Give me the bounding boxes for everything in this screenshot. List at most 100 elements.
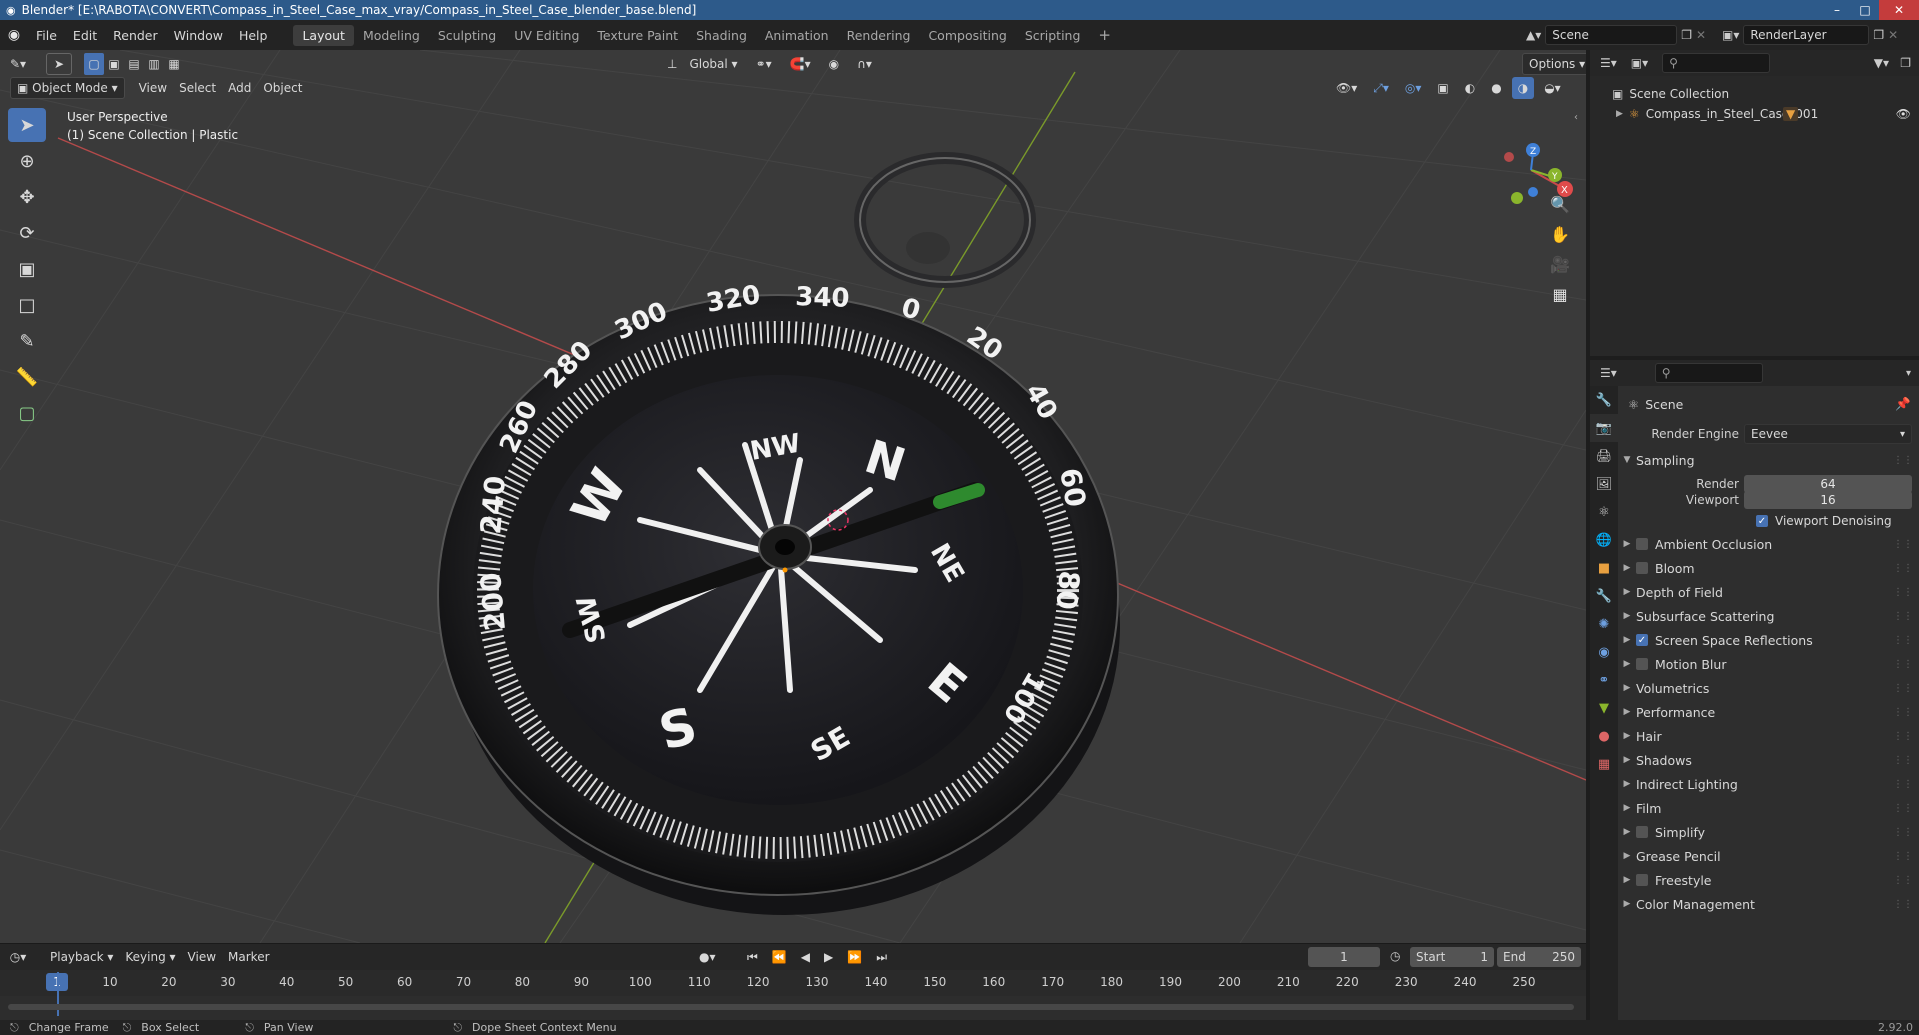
scene-tab-icon[interactable]: ⚛ [1590, 498, 1618, 526]
panel-header-indirect-lighting[interactable]: ▶ Indirect Lighting ⋮⋮ [1618, 772, 1919, 796]
new-scene-icon[interactable]: ❐ [1681, 28, 1692, 42]
texture-tab-icon[interactable]: ▦ [1590, 750, 1618, 778]
tab-modeling[interactable]: Modeling [354, 25, 429, 46]
new-render-layer-icon[interactable]: ❐ [1873, 28, 1884, 42]
prev-keyframe-button[interactable]: ⏪ [766, 946, 793, 968]
record-button[interactable]: ●▾ [693, 946, 722, 968]
xray-toggle-icon[interactable]: ▣ [1431, 77, 1454, 99]
current-frame-field[interactable]: 1 [1308, 947, 1380, 967]
outliner-row-scene-collection[interactable]: ▣ Scene Collection [1590, 84, 1919, 104]
compass-model[interactable] [437, 152, 1120, 915]
tab-shading[interactable]: Shading [687, 25, 756, 46]
shading-solid-icon[interactable]: ● [1485, 77, 1507, 99]
menu-file[interactable]: File [28, 28, 65, 43]
play-reverse-button[interactable]: ◀ [795, 946, 816, 968]
panel-header-volumetrics[interactable]: ▶ Volumetrics ⋮⋮ [1618, 676, 1919, 700]
view-layer-tab-icon[interactable]: 🖼 [1590, 470, 1618, 498]
menu-window[interactable]: Window [166, 28, 231, 43]
drag-handle-icon[interactable]: ⋮⋮ [1893, 539, 1913, 550]
drag-handle-icon[interactable]: ⋮⋮ [1893, 779, 1913, 790]
mode-dropdown[interactable]: ▣ Object Mode ▾ [10, 77, 125, 99]
drag-handle-icon[interactable]: ⋮⋮ [1893, 803, 1913, 814]
add-workspace-button[interactable]: + [1089, 23, 1120, 47]
jump-end-button[interactable]: ⏭ [870, 946, 893, 968]
tab-uv-editing[interactable]: UV Editing [505, 25, 588, 46]
drag-handle-icon[interactable]: ⋮⋮ [1893, 587, 1913, 598]
transform-orientation-dropdown[interactable]: Global ▾ [683, 53, 743, 75]
viewport-menu-select[interactable]: Select [173, 77, 222, 99]
drag-handle-icon[interactable]: ⋮⋮ [1893, 635, 1913, 646]
panel-header-grease-pencil[interactable]: ▶ Grease Pencil ⋮⋮ [1618, 844, 1919, 868]
properties-editor-type-icon[interactable]: ☰▾ [1600, 366, 1617, 380]
options-dropdown[interactable]: Options ▾ [1522, 53, 1586, 75]
minimize-button[interactable]: – [1823, 0, 1851, 20]
visibility-icon[interactable]: 👁▾ [1330, 77, 1363, 99]
panel-header-film[interactable]: ▶ Film ⋮⋮ [1618, 796, 1919, 820]
physics-tab-icon[interactable]: ◉ [1590, 638, 1618, 666]
scene-icon[interactable]: ▲▾ [1526, 28, 1541, 42]
snap-icon[interactable]: 🧲▾ [784, 53, 817, 75]
select-mode-invert-icon[interactable]: ▥ [144, 53, 164, 75]
drag-handle-icon[interactable]: ⋮⋮ [1893, 659, 1913, 670]
viewport-denoising-checkbox[interactable]: ✓ [1756, 515, 1768, 527]
panel-header-subsurface-scattering[interactable]: ▶ Subsurface Scattering ⋮⋮ [1618, 604, 1919, 628]
select-mode-intersect-icon[interactable]: ▦ [164, 53, 184, 75]
drag-handle-icon[interactable]: ⋮⋮ [1893, 731, 1913, 742]
expand-arrow-icon[interactable]: ▶ [1616, 109, 1623, 119]
panel-header-shadows[interactable]: ▶ Shadows ⋮⋮ [1618, 748, 1919, 772]
play-button[interactable]: ▶ [818, 946, 839, 968]
timeline-menu-marker[interactable]: Marker [222, 946, 275, 968]
render-layer-selector[interactable]: RenderLayer [1743, 25, 1870, 45]
outliner-editor-type-icon[interactable]: ☰▾ [1600, 56, 1617, 70]
visibility-eye-icon[interactable]: 👁 [1896, 107, 1911, 121]
transform-tool-icon[interactable]: □ [8, 288, 46, 322]
zoom-icon[interactable]: 🔍 [1546, 190, 1574, 218]
drag-handle-icon[interactable]: ⋮⋮ [1893, 563, 1913, 574]
shading-wireframe-icon[interactable]: ◐ [1459, 77, 1481, 99]
timeline-menu-view[interactable]: View [182, 946, 222, 968]
particles-tab-icon[interactable]: ✺ [1590, 610, 1618, 638]
sidebar-toggle-icon[interactable]: ‹ [1574, 112, 1578, 123]
viewport-menu-add[interactable]: Add [222, 77, 257, 99]
properties-options-icon[interactable]: ▾ [1906, 368, 1911, 379]
sampling-viewport-field[interactable]: 16 [1744, 491, 1912, 509]
select-tool-icon[interactable]: ➤ [46, 53, 72, 75]
add-cube-tool-icon[interactable]: ▢ [8, 396, 46, 430]
timeline-menu-playback[interactable]: Playback ▾ [44, 946, 119, 968]
select-mode-subtract-icon[interactable]: ▤ [124, 53, 144, 75]
tab-sculpting[interactable]: Sculpting [429, 25, 505, 46]
tab-animation[interactable]: Animation [756, 25, 838, 46]
drag-handle-icon[interactable]: ⋮⋮ [1893, 875, 1913, 886]
pin-icon[interactable]: 📌 [1895, 396, 1911, 412]
panel-enable-checkbox[interactable] [1636, 826, 1648, 838]
maximize-button[interactable]: □ [1851, 0, 1879, 20]
properties-search-input[interactable]: ⚲ [1654, 363, 1763, 383]
falloff-icon[interactable]: ∩▾ [851, 53, 878, 75]
timeline-ruler[interactable]: 1 10203040506070809010011012013014015016… [0, 972, 1586, 996]
drag-handle-icon[interactable]: ⋮⋮ [1893, 707, 1913, 718]
render-engine-dropdown[interactable]: Eevee ▾ [1744, 424, 1912, 444]
panel-header-motion-blur[interactable]: ▶ Motion Blur ⋮⋮ [1618, 652, 1919, 676]
panel-enable-checkbox[interactable]: ✓ [1636, 634, 1648, 646]
scale-tool-icon[interactable]: ▣ [8, 252, 46, 286]
constraints-tab-icon[interactable]: ⚭ [1590, 666, 1618, 694]
tab-scripting[interactable]: Scripting [1016, 25, 1090, 46]
drag-handle-icon[interactable]: ⋮⋮ [1893, 755, 1913, 766]
camera-view-icon[interactable]: 🎥 [1546, 250, 1574, 278]
viewport-menu-view[interactable]: View [133, 77, 173, 99]
panel-enable-checkbox[interactable] [1636, 562, 1648, 574]
panel-header-bloom[interactable]: ▶ Bloom ⋮⋮ [1618, 556, 1919, 580]
delete-render-layer-icon[interactable]: ✕ [1888, 28, 1898, 42]
panel-header-performance[interactable]: ▶ Performance ⋮⋮ [1618, 700, 1919, 724]
timeline-track[interactable] [0, 972, 1586, 1020]
modifier-tab-icon[interactable]: 🔧 [1590, 582, 1618, 610]
drag-handle-icon[interactable]: ⋮⋮ [1893, 827, 1913, 838]
select-mode-extend-icon[interactable]: ▣ [104, 53, 124, 75]
panel-enable-checkbox[interactable] [1636, 538, 1648, 550]
panel-header-ambient-occlusion[interactable]: ▶ Ambient Occlusion ⋮⋮ [1618, 532, 1919, 556]
measure-tool-icon[interactable]: 📏 [8, 360, 46, 394]
rotate-tool-icon[interactable]: ⟳ [8, 216, 46, 250]
panel-header-freestyle[interactable]: ▶ Freestyle ⋮⋮ [1618, 868, 1919, 892]
tab-compositing[interactable]: Compositing [919, 25, 1015, 46]
world-tab-icon[interactable]: 🌐 [1590, 526, 1618, 554]
